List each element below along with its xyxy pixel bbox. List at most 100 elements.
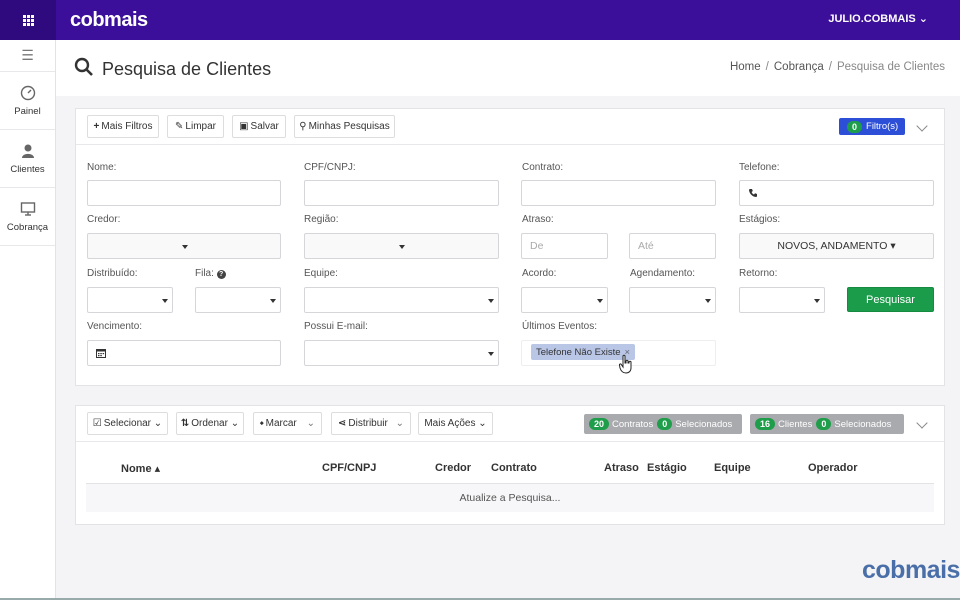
- sidebar-item-painel[interactable]: Painel: [0, 72, 55, 130]
- distribuido-select[interactable]: [87, 287, 173, 313]
- caret-down-icon: [488, 352, 494, 356]
- acordo-select[interactable]: [521, 287, 608, 313]
- sidebar-item-cobranca[interactable]: Cobrança: [0, 188, 55, 246]
- col-nome[interactable]: Nome ▴: [121, 462, 160, 475]
- breadcrumb-home[interactable]: Home: [730, 61, 761, 73]
- monitor-icon: [20, 201, 35, 216]
- credor-select[interactable]: [87, 233, 281, 259]
- help-icon[interactable]: ?: [216, 270, 226, 279]
- hand-cursor-icon: [619, 354, 632, 374]
- my-searches-button[interactable]: ⚲ Minhas Pesquisas: [294, 115, 395, 138]
- possui-email-select[interactable]: [304, 340, 499, 366]
- equipe-select[interactable]: [304, 287, 499, 313]
- estagios-value: NOVOS, ANDAMENTO ▾: [777, 240, 896, 252]
- menu-toggle-button[interactable]: ☰: [0, 40, 55, 72]
- save-button[interactable]: ▣ Salvar: [232, 115, 286, 138]
- contrato-label: Contrato:: [522, 162, 564, 173]
- page-header: Pesquisa de Clientes Home / Cobrança / Pesqu…: [56, 40, 960, 96]
- col-credor[interactable]: Credor: [435, 462, 471, 474]
- col-cpf[interactable]: CPF/CNPJ: [322, 462, 376, 474]
- caret-down-icon: [814, 299, 820, 303]
- agendamento-label: Agendamento:: [630, 268, 696, 279]
- vencimento-label: Vencimento:: [87, 321, 143, 332]
- mark-button[interactable]: ⬩ Marcar ⌄: [253, 412, 322, 435]
- contrato-input[interactable]: [521, 180, 716, 206]
- breadcrumb: Home / Cobrança / Pesquisa de Clientes: [729, 61, 945, 73]
- search-icon: [74, 57, 93, 76]
- estagios-select[interactable]: NOVOS, ANDAMENTO ▾: [739, 233, 934, 259]
- select-dropdown-button[interactable]: ☑ Selecionar ⌄: [87, 412, 168, 435]
- table-header: Nome ▴ CPF/CNPJ Credor Contrato Atraso E…: [86, 453, 934, 484]
- plus-icon: +: [93, 121, 100, 132]
- chevron-down-icon[interactable]: ⌄: [396, 418, 404, 429]
- caret-down-icon: [488, 299, 494, 303]
- calendar-icon: [96, 349, 106, 358]
- page-title: Pesquisa de Clientes: [102, 59, 272, 79]
- regiao-select[interactable]: [304, 233, 499, 259]
- collapse-results-chevron-icon[interactable]: [916, 417, 928, 429]
- top-bar: cobmais JULIO.COBMAIS ⌄: [0, 0, 960, 40]
- cpf-input[interactable]: [304, 180, 499, 206]
- tag-icon: ⬩: [260, 418, 264, 429]
- caret-down-icon: [162, 299, 168, 303]
- atraso-de-input[interactable]: De: [521, 233, 608, 259]
- sort-icon: ⇅: [180, 418, 190, 429]
- telefone-label: Telefone:: [739, 162, 780, 173]
- share-icon: ⋖: [338, 418, 347, 429]
- ultimos-eventos-label: Últimos Eventos:: [522, 321, 598, 332]
- apps-grid-button[interactable]: [0, 0, 56, 40]
- nome-label: Nome:: [87, 162, 117, 173]
- agendamento-select[interactable]: [629, 287, 716, 313]
- caret-down-icon: [597, 299, 603, 303]
- sidebar-item-clientes[interactable]: Clientes: [0, 130, 55, 188]
- sidebar-item-label: Clientes: [10, 163, 45, 175]
- search-icon: ⚲: [299, 121, 307, 132]
- empty-table-message: Atualize a Pesquisa...: [86, 484, 934, 512]
- cpf-label: CPF/CNPJ:: [304, 162, 356, 173]
- acordo-label: Acordo:: [522, 268, 557, 279]
- more-filters-button[interactable]: + Mais Filtros: [87, 115, 159, 138]
- estagios-label: Estágios:: [739, 214, 781, 225]
- col-atraso[interactable]: Atraso: [604, 462, 639, 474]
- clear-button[interactable]: ✎ Limpar: [167, 115, 224, 138]
- filter-count-pill: 0: [847, 120, 863, 133]
- user-menu[interactable]: JULIO.COBMAIS ⌄: [828, 12, 928, 25]
- chevron-down-icon[interactable]: ⌄: [307, 418, 315, 429]
- sidebar: ☰ Painel Clientes Cobrança: [0, 40, 56, 600]
- more-actions-button[interactable]: Mais Ações ⌄: [418, 412, 493, 435]
- caret-down-icon: [182, 245, 188, 249]
- caret-down-icon: [705, 299, 711, 303]
- credor-label: Credor:: [87, 214, 121, 225]
- retorno-select[interactable]: [739, 287, 825, 313]
- gauge-icon: [20, 85, 35, 100]
- distribute-button[interactable]: ⋖ Distribuir ⌄: [331, 412, 411, 435]
- atraso-label: Atraso:: [522, 214, 554, 225]
- breadcrumb-cobranca[interactable]: Cobrança: [774, 61, 824, 73]
- search-button[interactable]: Pesquisar: [847, 287, 934, 312]
- checkbox-icon: ☑: [92, 418, 102, 429]
- clients-count-badge: 16 Clientes 0 Selecionados: [750, 414, 904, 434]
- hamburger-icon: ☰: [21, 47, 34, 63]
- save-icon: ▣: [239, 121, 249, 132]
- col-operador[interactable]: Operador: [808, 462, 858, 474]
- brand-logo[interactable]: cobmais: [70, 9, 148, 32]
- sidebar-item-label: Cobrança: [6, 221, 49, 233]
- breadcrumb-current: Pesquisa de Clientes: [836, 61, 945, 73]
- col-equipe[interactable]: Equipe: [714, 462, 751, 474]
- contracts-count-badge: 20 Contratos 0 Selecionados: [584, 414, 742, 434]
- regiao-label: Região:: [304, 214, 339, 225]
- caret-down-icon: [270, 299, 276, 303]
- collapse-filters-chevron-icon[interactable]: [916, 120, 928, 132]
- atraso-ate-input[interactable]: Até: [629, 233, 716, 259]
- nome-input[interactable]: [87, 180, 281, 206]
- possui-email-label: Possui E-mail:: [304, 321, 368, 332]
- telefone-input[interactable]: [739, 180, 934, 206]
- results-toolbar: ☑ Selecionar ⌄ ⇅ Ordenar ⌄ ⬩ Marcar ⌄ ⋖ Dist…: [76, 406, 944, 442]
- user-icon: [21, 144, 34, 158]
- fila-select[interactable]: [195, 287, 281, 313]
- filter-count-badge[interactable]: 0 Filtro(s): [839, 118, 905, 135]
- col-estagio[interactable]: Estágio: [647, 462, 687, 474]
- sort-dropdown-button[interactable]: ⇅ Ordenar ⌄: [176, 412, 244, 435]
- col-contrato[interactable]: Contrato: [491, 462, 537, 474]
- vencimento-input[interactable]: [87, 340, 281, 366]
